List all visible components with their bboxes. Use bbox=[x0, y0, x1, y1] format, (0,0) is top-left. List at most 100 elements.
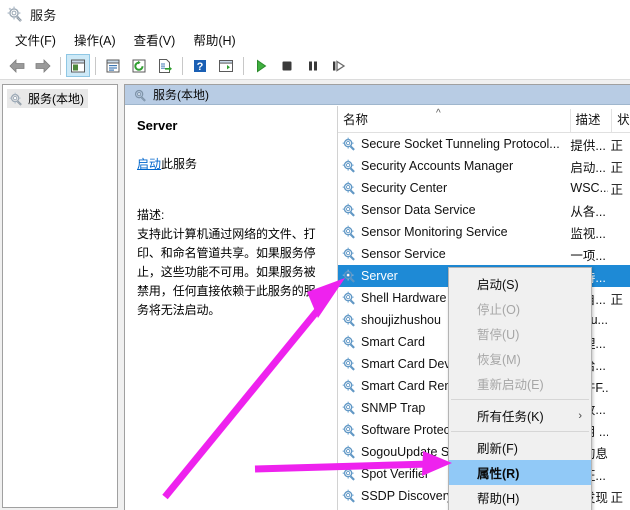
service-gear-icon bbox=[342, 489, 356, 503]
export-list-icon[interactable] bbox=[153, 54, 177, 77]
service-gear-icon bbox=[342, 313, 356, 327]
row-name-label: shoujizhushou bbox=[361, 313, 441, 327]
start-service-suffix: 此服务 bbox=[161, 157, 198, 171]
row-name-label: SNMP Trap bbox=[361, 401, 426, 415]
context-menu-item-label: 恢复(M) bbox=[477, 353, 521, 367]
toolbar: ? bbox=[0, 52, 630, 80]
table-row[interactable]: Sensor Data Service 从各... bbox=[338, 199, 630, 221]
menu-bar: 文件(F) 操作(A) 查看(V) 帮助(H) bbox=[0, 28, 630, 52]
column-header-description[interactable]: 描述 bbox=[569, 109, 612, 132]
toolbar-separator bbox=[95, 56, 96, 75]
context-menu-refresh[interactable]: 刷新(F) bbox=[449, 435, 591, 460]
service-gear-icon bbox=[342, 423, 356, 437]
title-bar: 服务 bbox=[0, 0, 630, 28]
row-description-cell: 启动... bbox=[570, 160, 606, 175]
column-header-name[interactable]: 名称 ^ bbox=[338, 109, 570, 132]
row-name-label: Secure Socket Tunneling Protocol... bbox=[361, 137, 560, 151]
context-menu-separator bbox=[451, 431, 589, 432]
service-gear-icon bbox=[342, 247, 356, 261]
row-name-cell: Sensor Monitoring Service bbox=[338, 225, 566, 239]
row-status-cell: 正 bbox=[610, 182, 624, 197]
row-description-cell: WSC... bbox=[570, 181, 608, 195]
show-action-pane-icon[interactable] bbox=[214, 54, 238, 77]
service-gear-icon bbox=[342, 181, 356, 195]
back-icon[interactable] bbox=[5, 54, 29, 77]
table-row[interactable]: Sensor Monitoring Service 监视... bbox=[338, 221, 630, 243]
service-gear-icon bbox=[342, 379, 356, 393]
row-name-cell: Security Center bbox=[338, 181, 566, 195]
context-menu-item-label: 属性(R) bbox=[477, 467, 520, 481]
forward-icon[interactable] bbox=[31, 54, 55, 77]
row-name-label: Server bbox=[361, 269, 398, 283]
row-name-cell: Security Accounts Manager bbox=[338, 159, 566, 173]
show-hide-tree-icon[interactable] bbox=[66, 54, 90, 77]
restart-service-icon[interactable] bbox=[327, 54, 351, 77]
row-status-cell: 正 bbox=[610, 490, 624, 505]
detail-description-text: 支持此计算机通过网络的文件、打印、和命名管道共享。如果服务停止，这些功能不可用。… bbox=[137, 227, 316, 317]
context-menu-properties[interactable]: 属性(R) bbox=[449, 460, 591, 485]
table-row[interactable]: Security Center WSC... 正 bbox=[338, 177, 630, 199]
tree-item-label: 服务(本地) bbox=[28, 92, 84, 106]
service-gear-icon bbox=[342, 137, 356, 151]
row-name-label: Sensor Data Service bbox=[361, 203, 476, 217]
context-menu-all-tasks[interactable]: 所有任务(K) › bbox=[449, 403, 591, 428]
menu-action[interactable]: 操作(A) bbox=[65, 28, 125, 52]
service-gear-icon bbox=[342, 335, 356, 349]
start-service-icon[interactable] bbox=[249, 54, 273, 77]
start-service-link[interactable]: 启动 bbox=[137, 157, 161, 171]
table-row[interactable]: Security Accounts Manager 启动... 正 bbox=[338, 155, 630, 177]
menu-view[interactable]: 查看(V) bbox=[125, 28, 185, 52]
service-gear-icon bbox=[342, 203, 356, 217]
properties-icon[interactable] bbox=[101, 54, 125, 77]
detail-description-label: 描述: bbox=[137, 208, 165, 222]
row-name-label: Sensor Service bbox=[361, 247, 446, 261]
row-status-cell: 正 bbox=[610, 292, 624, 307]
menu-file[interactable]: 文件(F) bbox=[6, 28, 65, 52]
chevron-right-icon: › bbox=[578, 409, 582, 422]
sort-ascending-icon: ^ bbox=[436, 108, 441, 119]
row-description-cell: 提供... bbox=[570, 138, 606, 153]
row-status-cell: 正 bbox=[610, 160, 624, 175]
row-description-cell: 监视... bbox=[570, 226, 606, 241]
detail-action-line: 启动此服务 bbox=[137, 155, 325, 172]
toolbar-separator bbox=[182, 56, 183, 75]
pause-service-icon[interactable] bbox=[301, 54, 325, 77]
services-window: 服务 文件(F) 操作(A) 查看(V) 帮助(H) ? 服务(本地) 服务(本… bbox=[0, 0, 630, 510]
context-menu-pause: 暂停(U) bbox=[449, 321, 591, 346]
row-name-cell: Sensor Service bbox=[338, 247, 566, 261]
row-name-label: Smart Card bbox=[361, 335, 425, 349]
context-menu-start[interactable]: 启动(S) bbox=[449, 271, 591, 296]
list-header-row: 名称 ^ 描述 状 bbox=[338, 106, 630, 133]
tree-item-services-local[interactable]: 服务(本地) bbox=[7, 89, 88, 108]
toolbar-separator bbox=[60, 56, 61, 75]
service-gear-icon bbox=[342, 357, 356, 371]
context-menu-item-label: 启动(S) bbox=[477, 278, 519, 292]
window-title: 服务 bbox=[30, 7, 57, 23]
service-gear-icon bbox=[342, 401, 356, 415]
table-row[interactable]: Secure Socket Tunneling Protocol... 提供...… bbox=[338, 133, 630, 155]
table-row[interactable]: Sensor Service 一项... bbox=[338, 243, 630, 265]
context-menu-resume: 恢复(M) bbox=[449, 346, 591, 371]
row-name-label: Security Center bbox=[361, 181, 448, 195]
service-gear-icon bbox=[342, 467, 356, 481]
row-name-label: Spot Verifier bbox=[361, 467, 430, 481]
menu-help[interactable]: 帮助(H) bbox=[184, 28, 244, 52]
row-description-cell: 一项... bbox=[570, 248, 606, 263]
results-pane-header: 服务(本地) bbox=[125, 85, 630, 105]
row-description-cell: 从各... bbox=[570, 204, 606, 219]
context-menu-item-label: 所有任务(K) bbox=[477, 410, 544, 424]
row-status-cell: 正 bbox=[610, 138, 624, 153]
refresh-icon[interactable] bbox=[127, 54, 151, 77]
svg-text:?: ? bbox=[197, 61, 204, 73]
context-menu-item-label: 暂停(U) bbox=[477, 328, 520, 342]
context-menu-restart: 重新启动(E) bbox=[449, 371, 591, 396]
context-menu-stop: 停止(O) bbox=[449, 296, 591, 321]
service-gear-icon bbox=[342, 445, 356, 459]
context-menu-help[interactable]: 帮助(H) bbox=[449, 485, 591, 510]
service-details-panel: Server 启动此服务 描述: 支持此计算机通过网络的文件、打印、和命名管道共… bbox=[125, 106, 338, 510]
context-menu-separator bbox=[451, 399, 589, 400]
stop-service-icon[interactable] bbox=[275, 54, 299, 77]
help-icon[interactable]: ? bbox=[188, 54, 212, 77]
results-pane-header-label: 服务(本地) bbox=[153, 88, 209, 102]
column-header-status[interactable]: 状 bbox=[611, 109, 630, 132]
